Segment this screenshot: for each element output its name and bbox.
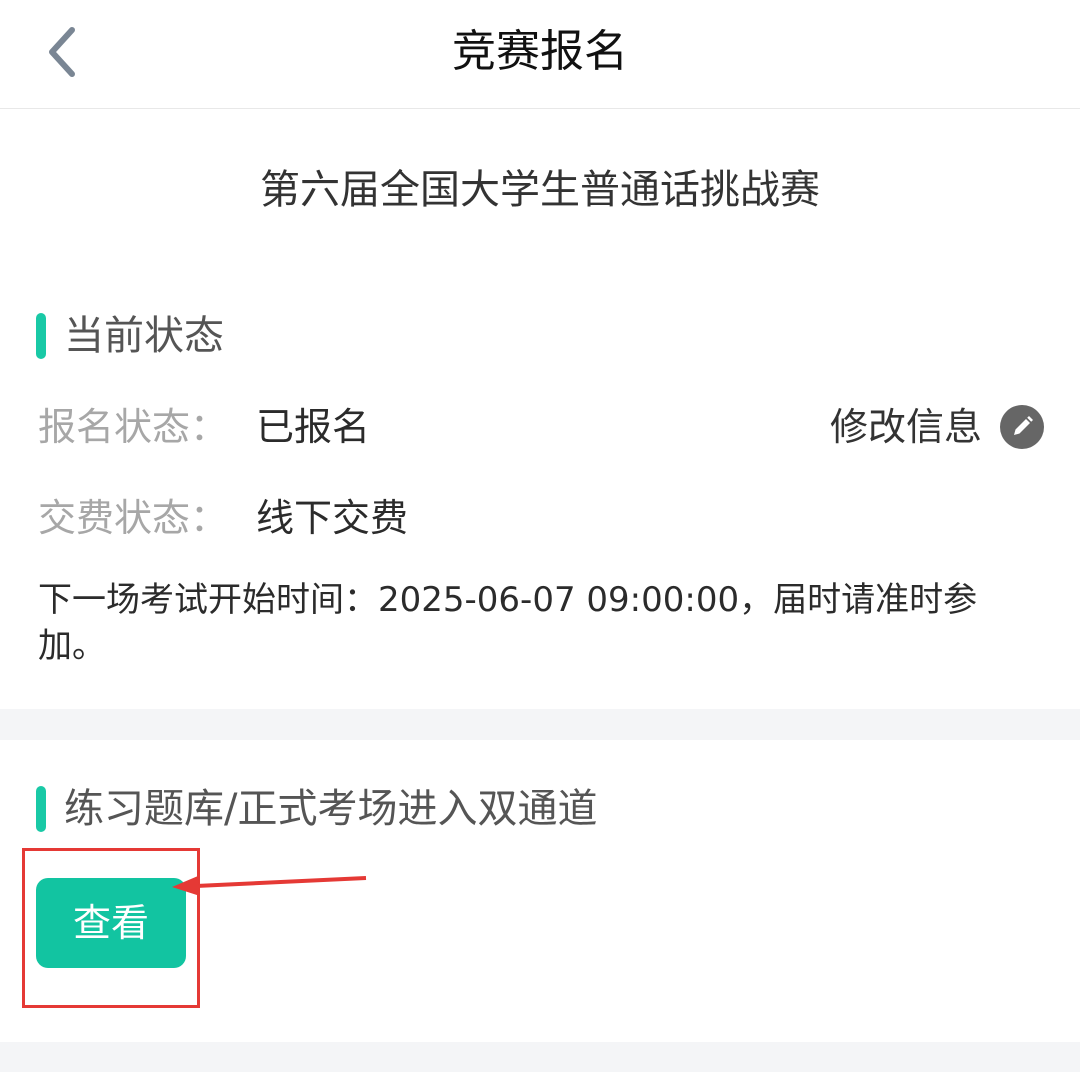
page-title: 竞赛报名 [452,26,628,77]
top-nav-bar: 竞赛报名 [0,0,1080,109]
edit-info-button[interactable]: 修改信息 [830,402,1044,452]
view-button[interactable]: 查看 [36,878,186,968]
fee-status-label: 交费状态： [38,496,229,540]
registration-status-row: 报名状态： 已报名 [38,402,370,452]
app-screen: 竞赛报名 第六届全国大学生普通话挑战赛 当前状态 报名状态： 已报名 修改信息 … [0,0,1080,1072]
fee-status-value: 线下交费 [256,496,409,540]
edit-info-label: 修改信息 [829,405,982,449]
practice-heading-text: 练习题库/正式考场进入双通道 [64,786,598,832]
pencil-icon [1000,405,1044,449]
contest-name: 第六届全国大学生普通话挑战赛 [260,167,820,213]
registration-status-value: 已报名 [256,405,371,449]
status-heading-text: 当前状态 [64,313,224,359]
registration-status-label: 报名状态： [38,405,229,449]
heading-accent-bar [36,313,46,359]
practice-heading: 练习题库/正式考场进入双通道 [36,784,597,834]
heading-accent-bar [36,786,46,832]
practice-section: 练习题库/正式考场进入双通道 查看 [0,740,1080,1042]
status-heading: 当前状态 [36,311,224,361]
next-exam-notice: 下一场考试开始时间：2025-06-07 09:00:00，届时请准时参加。 [38,580,978,666]
status-section: 第六届全国大学生普通话挑战赛 当前状态 报名状态： 已报名 修改信息 交费状态：… [0,109,1080,709]
fee-status-row: 交费状态： 线下交费 [38,493,408,543]
